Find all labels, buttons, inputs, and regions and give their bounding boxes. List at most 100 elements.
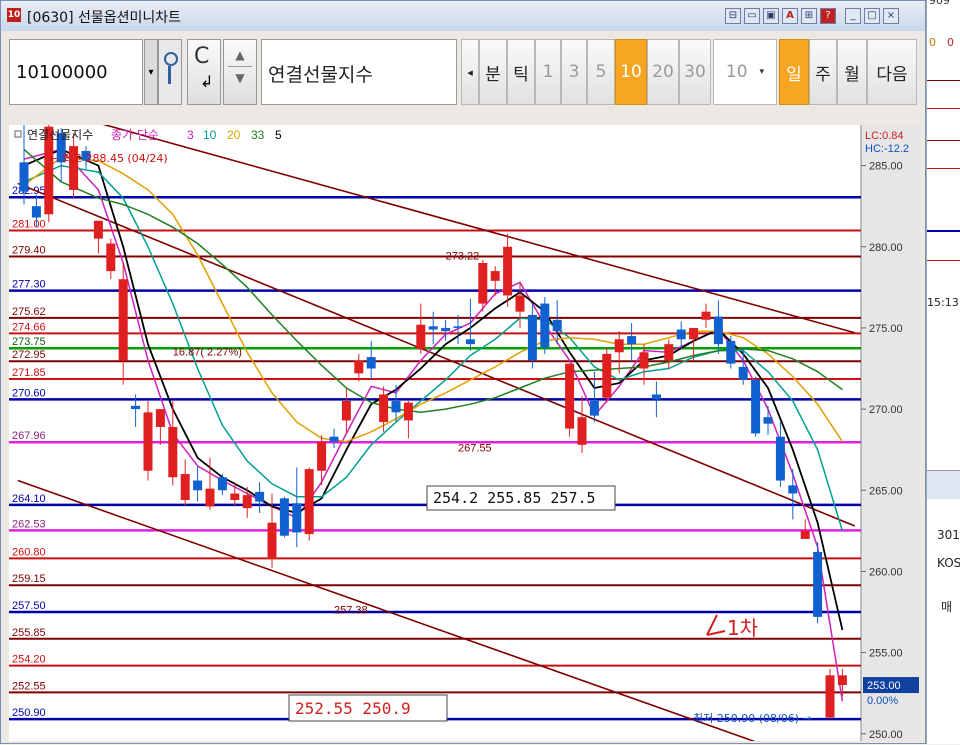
minute-button[interactable]: 분: [479, 39, 507, 105]
week-button[interactable]: 주: [809, 39, 837, 105]
search-icon[interactable]: [158, 39, 182, 105]
period-10-button[interactable]: 10: [615, 39, 647, 105]
close-button[interactable]: ×: [883, 8, 899, 24]
level-label: 273.75: [12, 336, 46, 348]
price-chart[interactable]: 282.95 281.00 279.40 277.30 275.62 274.66 273.…: [9, 99, 919, 743]
spin-buttons[interactable]: ▲ ▼: [223, 39, 257, 105]
y-tick-label: 285.00: [869, 161, 903, 173]
title-bar-buttons: ⊟ ▭ ▣ A ⊞ ? _ □ ×: [725, 8, 899, 24]
hc-label: HC:-12.2: [865, 143, 909, 155]
candle-body: [825, 675, 835, 718]
font-icon[interactable]: A: [782, 8, 798, 24]
candle-body: [354, 360, 364, 374]
maximize-button[interactable]: □: [864, 8, 880, 24]
y-tick-label: 280.00: [869, 242, 903, 254]
candle-body: [93, 220, 103, 239]
y-tick-label: 270.00: [869, 404, 903, 416]
arrow-down-icon[interactable]: ▼: [224, 71, 256, 85]
candle-body: [565, 363, 575, 429]
candle-body: [143, 412, 153, 471]
help-icon[interactable]: ?: [820, 8, 836, 24]
legend-period: 10: [203, 128, 217, 142]
high-note: ← 최고 288.45 (04/24): [49, 152, 168, 165]
candle-body: [651, 394, 661, 400]
y-tick-label: 255.00: [869, 648, 903, 660]
period-5-button[interactable]: 5: [587, 39, 615, 105]
level-label: 270.60: [12, 387, 46, 399]
level-label: 275.62: [12, 306, 46, 318]
trend-annotation: 16.87( 2.27%): [173, 347, 242, 359]
legend-ma-label: 종가 단순: [111, 128, 159, 142]
code-input[interactable]: 10100000: [9, 39, 143, 105]
c-button[interactable]: C ↲: [187, 39, 221, 105]
candle-body: [478, 262, 488, 304]
name-field[interactable]: 연결선물지수: [261, 39, 457, 105]
chart-window: 10 [0630] 선물옵션미니차트 ⊟ ▭ ▣ A ⊞ ? _ □ × 101…: [0, 0, 926, 744]
candle-body: [19, 162, 29, 192]
candle-body: [193, 480, 203, 491]
level-label: 257.50: [12, 600, 46, 612]
title-bar[interactable]: 10 [0630] 선물옵션미니차트 ⊟ ▭ ▣ A ⊞ ? _ □ ×: [1, 1, 925, 32]
candle-body: [577, 417, 587, 445]
right-background-panel: 909 0 0 15:13 301 KOS 매: [926, 0, 960, 744]
legend-period: 20: [227, 128, 241, 142]
candle-body: [317, 441, 327, 471]
level-note-1: 254.2 255.85 257.5: [433, 489, 596, 507]
candle-body: [738, 366, 748, 380]
prev-arrow-button[interactable]: ◂: [461, 39, 479, 105]
candle-body: [168, 426, 178, 478]
code-dropdown-button[interactable]: ▾: [144, 39, 158, 105]
candle-body: [441, 327, 451, 332]
y-tick-label: 265.00: [869, 485, 903, 497]
next-button[interactable]: 다음: [867, 39, 917, 105]
candle-body: [527, 314, 537, 361]
candle-body: [131, 405, 141, 410]
candle-body: [379, 394, 389, 423]
level-label: 267.96: [12, 430, 46, 442]
level-label: 260.80: [12, 546, 46, 558]
count-select[interactable]: 10 ▾: [713, 39, 777, 105]
candle-body: [416, 324, 426, 350]
right-text-301: 301: [937, 528, 960, 542]
candle-body: [279, 498, 289, 536]
period-30-button[interactable]: 30: [679, 39, 711, 105]
level-label: 255.85: [12, 627, 46, 639]
return-arrow-icon: ↲: [200, 72, 214, 91]
minimize-button[interactable]: _: [845, 8, 861, 24]
arrow-up-icon[interactable]: ▲: [224, 48, 256, 62]
day-button[interactable]: 일: [779, 39, 809, 105]
candle-body: [788, 485, 798, 494]
chart-area[interactable]: 282.95 281.00 279.40 277.30 275.62 274.66 273.…: [9, 99, 919, 743]
period-20-button[interactable]: 20: [647, 39, 679, 105]
layout-icon[interactable]: ⊟: [725, 8, 741, 24]
y-tick-label: 275.00: [869, 323, 903, 335]
candle-body: [639, 352, 649, 369]
legend-title: 연결선물지수: [27, 128, 93, 142]
candle-body: [453, 326, 463, 328]
tick-button[interactable]: 틱: [507, 39, 535, 105]
candle-body: [304, 469, 314, 535]
grid-icon[interactable]: ⊞: [801, 8, 817, 24]
candle-body: [329, 436, 339, 442]
candle-body: [403, 402, 413, 421]
screen-icon[interactable]: ▣: [763, 8, 779, 24]
candle-body: [813, 551, 823, 617]
candle-body: [515, 295, 525, 312]
period-1-button[interactable]: 1: [535, 39, 561, 105]
candle-body: [627, 336, 637, 345]
candle-body: [118, 279, 128, 361]
candle-body: [106, 243, 116, 272]
candle-body: [205, 488, 215, 507]
candle-body: [676, 329, 686, 340]
candle-body: [775, 436, 785, 481]
candle-body: [366, 357, 376, 369]
month-button[interactable]: 월: [837, 39, 867, 105]
candle-body: [763, 417, 773, 424]
window-icon[interactable]: ▭: [744, 8, 760, 24]
level-label: 279.40: [12, 244, 46, 256]
c-label: C: [194, 44, 210, 69]
candle-body: [602, 353, 612, 398]
legend-period: 3: [187, 128, 194, 142]
period-3-button[interactable]: 3: [561, 39, 587, 105]
change-pct: 0.00%: [867, 695, 898, 707]
